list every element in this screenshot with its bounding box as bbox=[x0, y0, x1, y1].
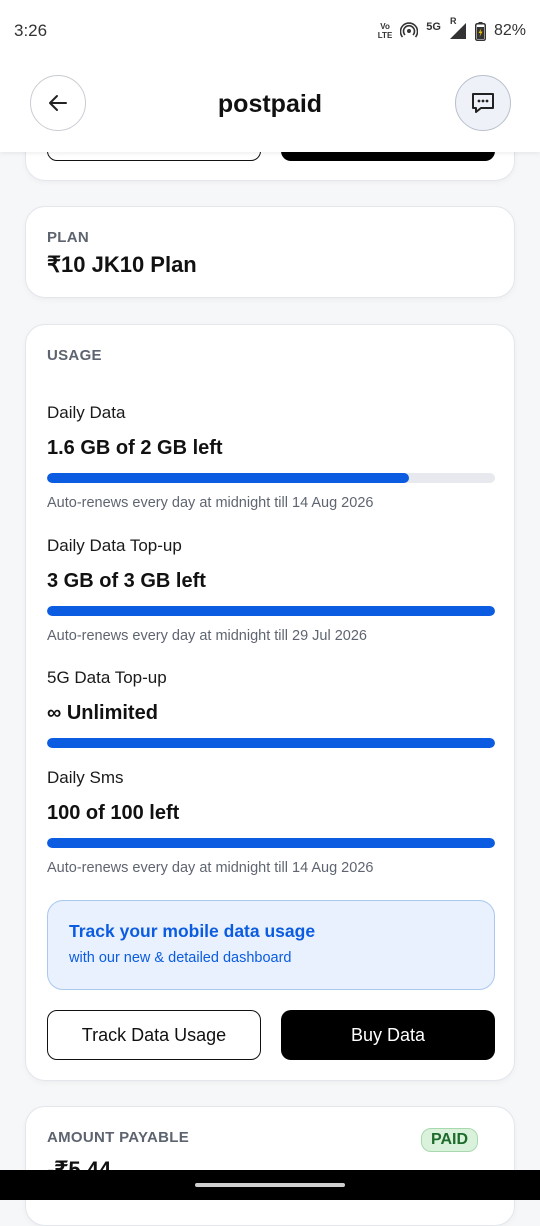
usage-title: Daily Data bbox=[47, 403, 126, 422]
promo-subtitle: with our new & detailed dashboard bbox=[69, 950, 292, 966]
usage-note: Auto-renews every day at midnight till 2… bbox=[47, 628, 367, 644]
volte-icon: Vo LTE bbox=[377, 22, 393, 40]
usage-note: Auto-renews every day at midnight till 1… bbox=[47, 860, 374, 876]
plan-label: PLAN bbox=[47, 229, 90, 246]
usage-label: USAGE bbox=[47, 347, 102, 364]
usage-progress-bar bbox=[47, 606, 495, 616]
usage-item-daily-data-topup: Daily Data Top-up 3 GB of 3 GB left Auto… bbox=[47, 536, 495, 644]
amount-card: AMOUNT PAYABLE PAID -₹5.44 bbox=[25, 1106, 515, 1226]
usage-item-daily-sms: Daily Sms 100 of 100 left Auto-renews ev… bbox=[47, 768, 495, 876]
usage-title: Daily Data Top-up bbox=[47, 536, 182, 555]
status-time: 3:26 bbox=[14, 21, 48, 40]
usage-progress-bar bbox=[47, 473, 495, 483]
track-usage-banner[interactable]: Track your mobile data usage with our ne… bbox=[47, 900, 495, 990]
paid-badge: PAID bbox=[421, 1128, 479, 1152]
usage-value: 3 GB of 3 GB left bbox=[47, 570, 206, 592]
usage-value: 100 of 100 left bbox=[47, 802, 180, 824]
usage-value: 1.6 GB of 2 GB left bbox=[47, 437, 223, 459]
signal-icon: R bbox=[449, 16, 467, 40]
buy-data-button[interactable]: Buy Data bbox=[281, 1010, 495, 1060]
usage-item-5g-data-topup: 5G Data Top-up ∞ Unlimited bbox=[47, 668, 495, 748]
battery-icon bbox=[474, 21, 486, 41]
usage-note: Auto-renews every day at midnight till 1… bbox=[47, 495, 374, 511]
network-type: 5G bbox=[426, 21, 441, 33]
chat-button[interactable] bbox=[455, 75, 511, 131]
app-header: postpaid bbox=[0, 62, 540, 152]
hotspot-icon bbox=[400, 22, 419, 38]
usage-item-daily-data: Daily Data 1.6 GB of 2 GB left Auto-rene… bbox=[47, 403, 495, 511]
usage-value: ∞ Unlimited bbox=[47, 702, 158, 724]
battery-percent: 82% bbox=[493, 22, 526, 39]
system-nav-bar bbox=[0, 1170, 540, 1200]
chat-icon bbox=[472, 93, 494, 113]
plan-name: ₹10 JK10 Plan bbox=[47, 252, 197, 277]
usage-title: Daily Sms bbox=[47, 768, 124, 787]
usage-progress-bar bbox=[47, 838, 495, 848]
promo-title: Track your mobile data usage bbox=[69, 921, 316, 941]
status-icons: Vo LTE 5G R 82% bbox=[377, 16, 526, 41]
home-gesture-handle[interactable] bbox=[195, 1183, 345, 1187]
track-data-usage-button[interactable]: Track Data Usage bbox=[47, 1010, 261, 1060]
usage-card: USAGE Daily Data 1.6 GB of 2 GB left Aut… bbox=[25, 324, 515, 1081]
plan-card[interactable]: PLAN ₹10 JK10 Plan bbox=[25, 206, 515, 298]
usage-progress-bar bbox=[47, 738, 495, 748]
usage-title: 5G Data Top-up bbox=[47, 668, 167, 687]
amount-label: AMOUNT PAYABLE bbox=[47, 1129, 189, 1146]
status-bar: 3:26 Vo LTE 5G R 82% bbox=[0, 0, 540, 62]
